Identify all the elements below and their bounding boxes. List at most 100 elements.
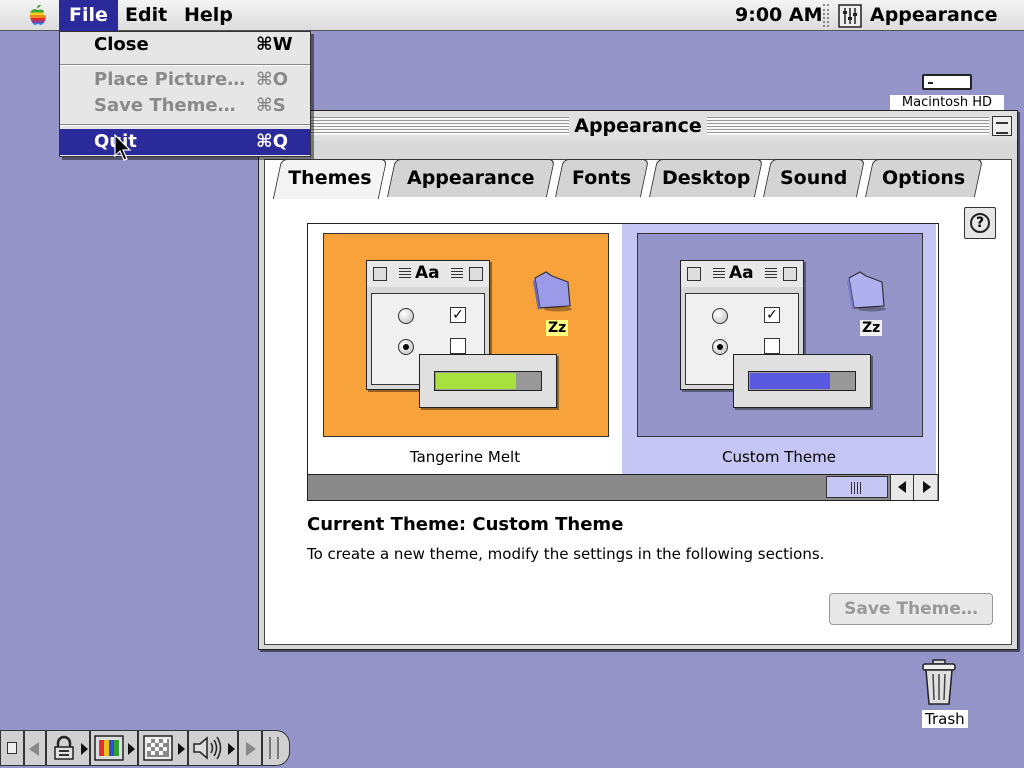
menu-item-label: Place Picture… — [94, 69, 246, 90]
horizontal-scrollbar[interactable] — [308, 474, 938, 500]
theme-name: Custom Theme — [722, 448, 836, 466]
mini-stripes-icon — [399, 268, 411, 280]
theme-item-tangerine-melt[interactable]: Aa ✓ Zz Tangerine Melt — [308, 224, 622, 474]
menu-item-shortcut: ⌘W — [256, 34, 293, 55]
theme-description: To create a new theme, modify the settin… — [307, 545, 825, 563]
menu-item-label: Save Theme… — [94, 95, 236, 116]
tab-fonts-label: Fonts — [572, 167, 632, 189]
mini-title-text: Aa — [729, 263, 754, 283]
menubar-clock[interactable]: 9:00 AM — [735, 0, 823, 31]
radio-icon — [712, 308, 728, 324]
tab-fonts[interactable]: Fonts — [554, 159, 650, 197]
progress-bar-fill — [436, 373, 516, 389]
save-theme-button[interactable]: Save Theme… — [829, 593, 993, 625]
current-theme-heading: Current Theme: Custom Theme — [307, 514, 624, 535]
hard-disk-icon — [922, 74, 972, 90]
help-button[interactable]: ? — [964, 207, 996, 239]
tab-options[interactable]: Options — [864, 159, 984, 197]
menu-separator — [60, 124, 310, 126]
tab-appearance[interactable]: Appearance — [386, 159, 556, 197]
speaker-volume-icon — [193, 736, 222, 760]
mini-collapse-box-icon — [783, 267, 797, 281]
tab-sound[interactable]: Sound — [762, 159, 866, 197]
menu-separator — [60, 64, 310, 66]
macintosh-hd-label: Macintosh HD — [890, 95, 1004, 110]
tab-appearance-label: Appearance — [407, 167, 535, 189]
theme-list[interactable]: Aa ✓ Zz Tangerine Melt Aa ✓ Zz Custom Th… — [307, 223, 939, 501]
control-strip-sound-volume[interactable] — [188, 730, 238, 766]
control-strip — [0, 730, 292, 766]
collapse-box-button[interactable] — [992, 116, 1012, 136]
scrollbar-thumb[interactable] — [826, 476, 888, 498]
trash-label: Trash — [922, 710, 968, 728]
checkbox-checked-icon: ✓ — [764, 307, 780, 323]
menu-help[interactable]: Help — [174, 0, 243, 31]
theme-preview-progress-window — [419, 354, 557, 408]
mini-title-bar: Aa — [367, 261, 489, 287]
mini-title-text: Aa — [415, 263, 440, 283]
application-menu-label[interactable]: Appearance — [870, 0, 997, 31]
menu-file[interactable]: File — [59, 0, 118, 31]
tab-sound-label: Sound — [780, 167, 848, 189]
menu-item-close[interactable]: Close ⌘W — [60, 32, 310, 58]
sleep-label: Zz — [860, 320, 883, 336]
menu-item-shortcut: ⌘Q — [256, 131, 289, 152]
monitor-resolution-icon — [143, 735, 173, 761]
menu-item-save-theme[interactable]: Save Theme… ⌘S — [60, 93, 310, 119]
folder-icon — [533, 271, 572, 312]
menu-edit[interactable]: Edit — [115, 0, 177, 31]
scroll-right-arrow-button[interactable] — [913, 475, 937, 500]
theme-preview: Aa ✓ Zz — [323, 233, 609, 437]
scroll-grip-icon — [851, 482, 863, 494]
mini-close-box-icon — [373, 267, 387, 281]
folder-icon — [847, 271, 886, 312]
help-icon: ? — [970, 213, 990, 233]
control-strip-scroll-right-button[interactable] — [238, 730, 262, 766]
mini-stripes-icon — [765, 268, 777, 280]
menu-item-shortcut: ⌘S — [256, 95, 286, 116]
mouse-pointer-icon — [114, 134, 132, 161]
scroll-left-arrow-button[interactable] — [890, 475, 914, 500]
radio-selected-icon — [712, 339, 728, 355]
theme-item-custom-theme[interactable]: Aa ✓ Zz Custom Theme — [622, 224, 936, 474]
tab-desktop-label: Desktop — [661, 167, 751, 189]
radio-icon — [398, 308, 414, 324]
checkbox-icon — [764, 338, 780, 354]
checkbox-checked-icon: ✓ — [450, 307, 466, 323]
control-strip-monitor-resolution[interactable] — [138, 730, 188, 766]
tab-themes[interactable]: Themes — [272, 159, 388, 199]
control-strip-scroll-left-button[interactable] — [24, 730, 46, 766]
progress-bar-fill — [750, 373, 830, 389]
menu-item-place-picture[interactable]: Place Picture… ⌘O — [60, 67, 310, 93]
tab-themes-label: Themes — [288, 167, 372, 189]
mini-close-box-icon — [687, 267, 701, 281]
tab-desktop[interactable]: Desktop — [648, 159, 764, 197]
trash-icon — [922, 659, 956, 705]
control-strip-collapse-tab[interactable] — [0, 730, 24, 766]
window-title-bar[interactable]: Appearance — [259, 111, 1017, 141]
mini-title-bar: Aa — [681, 261, 803, 287]
mini-collapse-box-icon — [469, 267, 483, 281]
theme-preview: Aa ✓ Zz — [637, 233, 923, 437]
control-strip-end-tab[interactable] — [262, 730, 290, 766]
control-strip-monitor-depth[interactable] — [90, 730, 138, 766]
menubar-divider — [823, 4, 829, 27]
appearance-window: Appearance Themes Appearance Fonts Deskt… — [258, 110, 1018, 650]
window-title: Appearance — [569, 111, 707, 141]
radio-selected-icon — [398, 339, 414, 355]
mini-stripes-icon — [713, 268, 725, 280]
appearance-app-icon[interactable] — [838, 4, 862, 28]
lock-icon — [54, 735, 74, 760]
menu-item-quit[interactable]: Quit ⌘Q — [60, 129, 310, 155]
theme-preview-progress-window — [733, 354, 871, 408]
control-strip-file-sharing[interactable] — [46, 730, 90, 766]
menu-item-shortcut: ⌘O — [256, 69, 289, 90]
mini-stripes-icon — [451, 268, 463, 280]
progress-bar — [748, 371, 856, 391]
sleep-label: Zz — [546, 320, 569, 336]
theme-name: Tangerine Melt — [409, 448, 521, 466]
tab-options-label: Options — [882, 167, 966, 189]
file-menu-dropdown: Close ⌘W Place Picture… ⌘O Save Theme… ⌘… — [59, 31, 311, 157]
menu-bar: File Edit Help 9:00 AM Appearance — [0, 0, 1024, 31]
apple-menu-icon[interactable] — [26, 3, 50, 27]
